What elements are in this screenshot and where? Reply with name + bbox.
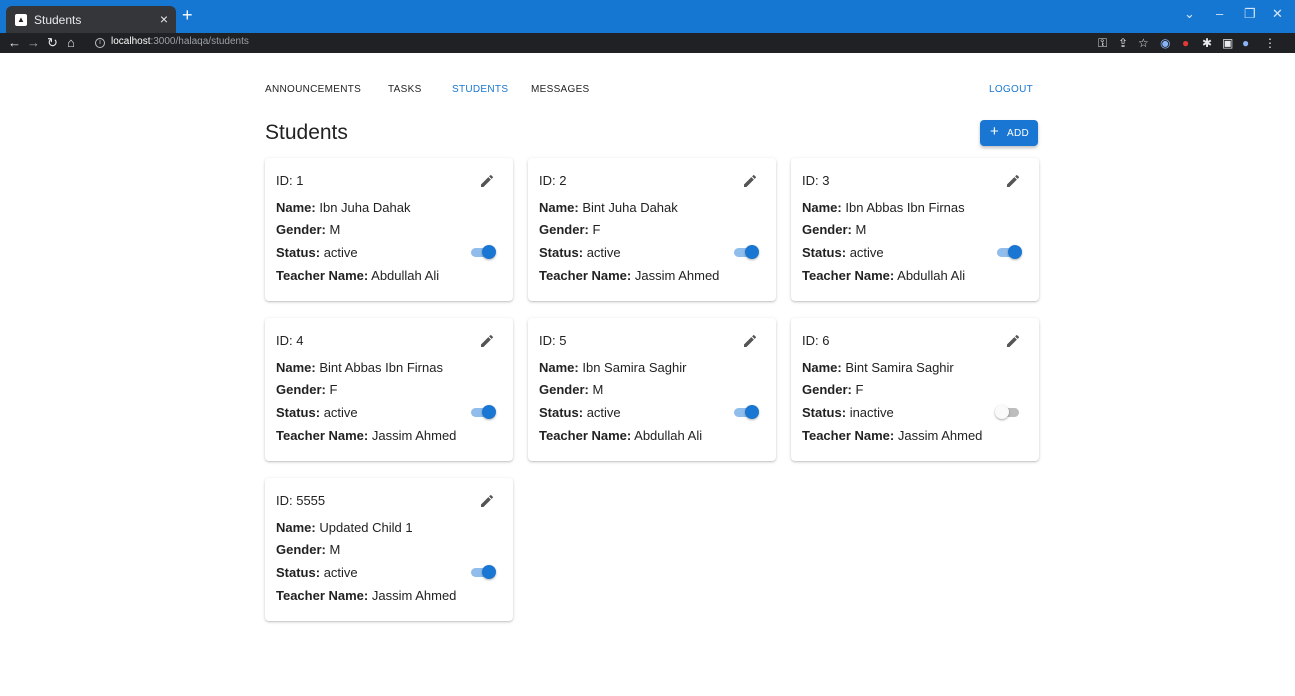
student-gender: Gender: F — [802, 382, 864, 397]
url-field[interactable]: i localhost:3000/halaqa/students — [95, 36, 249, 48]
nav-messages[interactable]: MESSAGES — [531, 84, 590, 95]
status-toggle[interactable] — [469, 404, 497, 420]
extensions-puzzle-icon[interactable]: ✱ — [1202, 36, 1212, 50]
status-toggle[interactable] — [469, 564, 497, 580]
student-teacher: Teacher Name: Jassim Ahmed — [276, 428, 457, 443]
toggle-thumb — [482, 405, 496, 419]
extension-red-icon[interactable]: ● — [1182, 36, 1189, 50]
side-panel-icon[interactable]: ▣ — [1222, 36, 1233, 50]
edit-icon[interactable] — [1005, 333, 1021, 349]
tab-title: Students — [34, 13, 82, 27]
nav-students[interactable]: STUDENTS — [452, 84, 508, 95]
student-name: Name: Ibn Juha Dahak — [276, 200, 411, 215]
student-gender: Gender: F — [539, 222, 601, 237]
student-teacher: Teacher Name: Abdullah Ali — [276, 268, 440, 283]
student-id: ID: 2 — [539, 173, 567, 188]
browser-tab[interactable]: ▲ Students × — [6, 6, 176, 33]
add-student-button[interactable]: + ADD — [980, 120, 1038, 146]
student-gender: Gender: M — [276, 222, 341, 237]
page-title: Students — [265, 121, 348, 144]
student-gender: Gender: M — [276, 542, 341, 557]
student-gender: Gender: F — [276, 382, 338, 397]
plus-icon: + — [990, 123, 999, 140]
student-teacher: Teacher Name: Jassim Ahmed — [539, 268, 720, 283]
toggle-thumb — [482, 565, 496, 579]
student-status: Status: active — [276, 245, 358, 260]
nav-announcements[interactable]: ANNOUNCEMENTS — [265, 84, 361, 95]
student-card: ID: 3 Name: Ibn Abbas Ibn Firnas Gender:… — [791, 158, 1039, 301]
student-gender: Gender: M — [539, 382, 604, 397]
student-id: ID: 6 — [802, 333, 830, 348]
tab-search-icon[interactable]: ⌄ — [1184, 6, 1195, 22]
student-status: Status: inactive — [802, 405, 894, 420]
student-name: Name: Ibn Abbas Ibn Firnas — [802, 200, 965, 215]
edit-icon[interactable] — [479, 333, 495, 349]
student-id: ID: 5555 — [276, 493, 326, 508]
student-card: ID: 5555 Name: Updated Child 1 Gender: M… — [265, 478, 513, 621]
student-status: Status: active — [539, 405, 621, 420]
student-status: Status: active — [276, 565, 358, 580]
student-name: Name: Bint Samira Saghir — [802, 360, 954, 375]
status-toggle[interactable] — [995, 244, 1023, 260]
browser-tab-strip: ▲ Students × + ⌄ – ❐ ✕ — [0, 0, 1295, 33]
student-id: ID: 5 — [539, 333, 567, 348]
toggle-thumb — [745, 405, 759, 419]
student-card: ID: 2 Name: Bint Juha Dahak Gender: F St… — [528, 158, 776, 301]
student-gender: Gender: M — [802, 222, 867, 237]
toggle-thumb — [995, 405, 1009, 419]
app-navbar: ANNOUNCEMENTS TASKS STUDENTS MESSAGES LO… — [265, 84, 1033, 98]
back-icon[interactable]: ← — [8, 35, 21, 50]
toggle-thumb — [482, 245, 496, 259]
toggle-thumb — [1008, 245, 1022, 259]
home-icon[interactable]: ⌂ — [67, 35, 75, 50]
student-id: ID: 1 — [276, 173, 304, 188]
key-icon[interactable]: ⚿ — [1098, 36, 1107, 51]
nav-tasks[interactable]: TASKS — [388, 84, 422, 95]
tab-favicon-icon: ▲ — [15, 14, 27, 26]
browser-menu-icon[interactable]: ⋮ — [1264, 36, 1276, 50]
student-teacher: Teacher Name: Abdullah Ali — [802, 268, 966, 283]
forward-icon[interactable]: → — [27, 35, 40, 50]
status-toggle[interactable] — [995, 404, 1023, 420]
student-id: ID: 4 — [276, 333, 304, 348]
tab-close-icon[interactable]: × — [160, 11, 168, 27]
student-card: ID: 5 Name: Ibn Samira Saghir Gender: M … — [528, 318, 776, 461]
logout-button[interactable]: LOGOUT — [989, 84, 1033, 95]
student-name: Name: Bint Abbas Ibn Firnas — [276, 360, 443, 375]
student-teacher: Teacher Name: Abdullah Ali — [539, 428, 703, 443]
profile-avatar-icon[interactable]: ● — [1242, 36, 1249, 50]
student-status: Status: active — [539, 245, 621, 260]
status-toggle[interactable] — [469, 244, 497, 260]
bookmark-star-icon[interactable]: ☆ — [1138, 36, 1149, 50]
edit-icon[interactable] — [742, 173, 758, 189]
address-bar: ← → ↻ ⌂ i localhost:3000/halaqa/students … — [0, 33, 1295, 53]
minimize-icon[interactable]: – — [1216, 6, 1223, 21]
student-name: Name: Ibn Samira Saghir — [539, 360, 687, 375]
status-toggle[interactable] — [732, 404, 760, 420]
student-card: ID: 6 Name: Bint Samira Saghir Gender: F… — [791, 318, 1039, 461]
student-card: ID: 1 Name: Ibn Juha Dahak Gender: M Sta… — [265, 158, 513, 301]
extension-audio-icon[interactable]: ◉ — [1160, 36, 1170, 50]
student-card: ID: 4 Name: Bint Abbas Ibn Firnas Gender… — [265, 318, 513, 461]
student-status: Status: active — [276, 405, 358, 420]
window-close-icon[interactable]: ✕ — [1272, 6, 1283, 22]
student-name: Name: Updated Child 1 — [276, 520, 413, 535]
student-id: ID: 3 — [802, 173, 830, 188]
new-tab-icon[interactable]: + — [182, 5, 193, 25]
status-toggle[interactable] — [732, 244, 760, 260]
student-name: Name: Bint Juha Dahak — [539, 200, 678, 215]
edit-icon[interactable] — [742, 333, 758, 349]
student-teacher: Teacher Name: Jassim Ahmed — [276, 588, 457, 603]
restore-icon[interactable]: ❐ — [1244, 6, 1256, 22]
edit-icon[interactable] — [479, 493, 495, 509]
student-status: Status: active — [802, 245, 884, 260]
site-info-icon[interactable]: i — [95, 38, 105, 48]
student-teacher: Teacher Name: Jassim Ahmed — [802, 428, 983, 443]
edit-icon[interactable] — [479, 173, 495, 189]
reload-icon[interactable]: ↻ — [47, 35, 58, 51]
share-icon[interactable]: ⇪ — [1118, 36, 1128, 50]
toggle-thumb — [745, 245, 759, 259]
edit-icon[interactable] — [1005, 173, 1021, 189]
